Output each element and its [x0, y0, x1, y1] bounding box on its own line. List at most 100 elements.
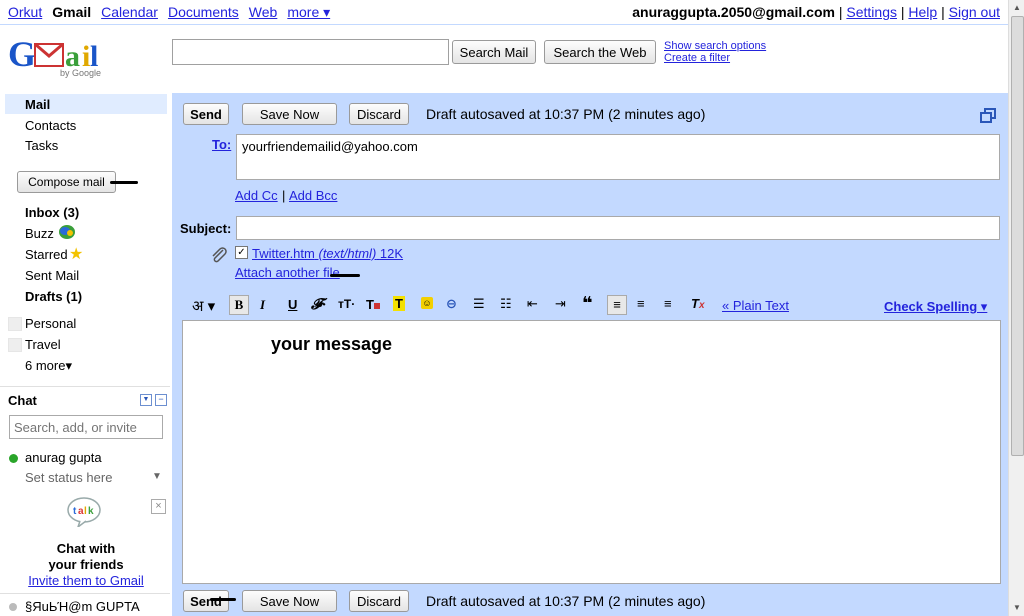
settings-link[interactable]: Settings — [846, 4, 897, 20]
nav-gmail: Gmail — [52, 4, 92, 20]
autosave-status-bottom: Draft autosaved at 10:37 PM (2 minutes a… — [426, 593, 706, 609]
save-now-button-bottom[interactable]: Save Now — [242, 590, 337, 612]
attachment-size: 12K — [379, 246, 404, 261]
sidebar-item-starred[interactable]: Starred — [25, 247, 68, 262]
message-body-editor[interactable]: your message — [182, 320, 1001, 584]
quote-icon[interactable]: ❝ — [582, 293, 593, 314]
svg-text:l: l — [84, 506, 87, 517]
search-web-button[interactable]: Search the Web — [544, 40, 656, 64]
sidebar-item-mail[interactable]: Mail — [25, 97, 50, 112]
paperclip-icon — [212, 247, 227, 263]
transliterate-button[interactable]: अ ▾ — [192, 296, 215, 316]
compose-mail-button[interactable]: Compose mail — [17, 171, 116, 193]
attachment-link[interactable]: Twitter.htm (text/html) 12K — [252, 246, 403, 261]
gmail-logo[interactable]: G a i l by Google — [8, 34, 104, 83]
sidebar-item-drafts[interactable]: Drafts (1) — [25, 289, 82, 304]
align-right-icon[interactable]: ≡ — [664, 296, 672, 311]
status-dropdown-icon[interactable]: ▼ — [152, 471, 162, 482]
nav-orkut[interactable]: Orkut — [8, 4, 42, 21]
close-promo-icon[interactable]: × — [151, 499, 166, 514]
autosave-status: Draft autosaved at 10:37 PM (2 minutes a… — [426, 106, 706, 122]
indent-less-icon[interactable]: ⇤ — [527, 296, 538, 312]
italic-icon[interactable]: I — [260, 297, 265, 313]
create-filter-link[interactable]: Create a filter — [664, 52, 730, 64]
attachment-checkbox[interactable]: ✓ — [235, 246, 248, 259]
sidebar-item-inbox[interactable]: Inbox (3) — [25, 205, 79, 220]
svg-text:G: G — [8, 34, 36, 74]
nav-calendar[interactable]: Calendar — [101, 4, 158, 21]
search-mail-button[interactable]: Search Mail — [452, 40, 536, 64]
to-label-link[interactable]: To: — [212, 137, 231, 152]
search-input[interactable] — [172, 39, 449, 65]
attach-another-file-link[interactable]: Attach another file — [235, 265, 340, 280]
font-icon[interactable]: 𝓕· — [311, 296, 326, 314]
font-size-icon[interactable]: ᴛT· — [338, 297, 355, 311]
star-icon: ★ — [69, 246, 84, 263]
logo-subtitle: by Google — [60, 68, 102, 78]
invite-link[interactable]: Invite them to Gmail — [0, 573, 172, 588]
indent-more-icon[interactable]: ⇥ — [555, 296, 566, 312]
help-link[interactable]: Help — [908, 4, 937, 20]
sidebar-more-labels[interactable]: 6 more▾ — [25, 358, 72, 374]
sidebar-item-buzz[interactable]: Buzz — [25, 226, 54, 241]
discard-button[interactable]: Discard — [349, 103, 409, 125]
sidebar-item-tasks[interactable]: Tasks — [25, 138, 58, 153]
attachment-type: (text/html) — [318, 246, 377, 261]
align-center-icon[interactable]: ≡ — [637, 296, 645, 311]
discard-button-bottom[interactable]: Discard — [349, 590, 409, 612]
sidebar-label-personal[interactable]: Personal — [25, 316, 76, 331]
plain-text-link[interactable]: « Plain Text — [722, 298, 789, 313]
sidebar-label-travel[interactable]: Travel — [25, 337, 61, 352]
bold-icon[interactable]: B — [229, 295, 249, 315]
subject-field[interactable] — [236, 216, 1000, 240]
label-color-personal — [8, 317, 22, 331]
sidebar-item-sent-mail[interactable]: Sent Mail — [25, 268, 79, 283]
account-email: anuraggupta.2050@gmail.com — [632, 4, 835, 20]
underline-icon[interactable]: U — [288, 297, 297, 312]
remove-formatting-icon[interactable]: Tx — [691, 296, 705, 311]
svg-text:k: k — [88, 506, 94, 517]
chat-status-input[interactable]: Set status here — [25, 470, 112, 485]
highlight-icon[interactable]: T — [393, 296, 405, 311]
top-nav: Orkut Gmail Calendar Documents Web more … — [8, 4, 330, 21]
account-bar: anuraggupta.2050@gmail.com | Settings | … — [632, 4, 1000, 20]
send-button[interactable]: Send — [183, 103, 229, 125]
talk-bubble-icon: t a l k — [67, 497, 101, 527]
numbered-list-icon[interactable]: ☰ — [473, 296, 485, 312]
annotation-arrow-compose — [110, 181, 138, 184]
save-now-button[interactable]: Save Now — [242, 103, 337, 125]
check-spelling-link[interactable]: Check Spelling ▾ — [884, 299, 987, 315]
sidebar-item-contacts[interactable]: Contacts — [25, 118, 76, 133]
scroll-up-icon[interactable]: ▲ — [1013, 3, 1021, 12]
link-icon[interactable]: ⊖ — [446, 296, 457, 312]
to-field[interactable]: yourfriendemailid@yahoo.com — [236, 134, 1000, 180]
add-cc-link[interactable]: Add Cc — [235, 188, 278, 203]
scroll-thumb[interactable] — [1011, 16, 1024, 456]
add-bcc-link[interactable]: Add Bcc — [289, 188, 337, 203]
offline-status-icon — [9, 603, 17, 611]
chat-search-input[interactable] — [9, 415, 163, 439]
nav-more[interactable]: more ▾ — [287, 4, 330, 21]
subject-label: Subject: — [180, 221, 232, 236]
chat-username: anurag gupta — [25, 450, 102, 465]
chat-minimize-icon[interactable]: − — [155, 394, 167, 406]
emoticon-icon[interactable]: ☺ — [421, 297, 433, 309]
show-search-options-link[interactable]: Show search options — [664, 40, 766, 52]
sign-out-link[interactable]: Sign out — [949, 4, 1000, 20]
bullet-list-icon[interactable]: ☷ — [500, 296, 512, 312]
compose-panel: Send Save Now Discard Draft autosaved at… — [172, 93, 1008, 616]
buzz-icon — [59, 225, 75, 239]
text-color-icon[interactable]: T — [366, 297, 380, 312]
scroll-down-icon[interactable]: ▼ — [1013, 603, 1021, 612]
chat-contact[interactable]: §ЯuЬΉ@m GUPTA — [25, 599, 140, 614]
align-left-icon[interactable]: ≡ — [607, 295, 627, 315]
chat-options-icon[interactable]: ▼ — [140, 394, 152, 406]
send-button-bottom[interactable]: Send — [183, 590, 229, 612]
message-body-text: your message — [271, 334, 393, 354]
label-color-travel — [8, 338, 22, 352]
page-scrollbar[interactable]: ▲ ▼ — [1008, 0, 1024, 616]
new-window-icon[interactable] — [980, 108, 996, 124]
nav-web[interactable]: Web — [249, 4, 278, 21]
nav-documents[interactable]: Documents — [168, 4, 239, 21]
cc-separator: | — [282, 188, 286, 203]
